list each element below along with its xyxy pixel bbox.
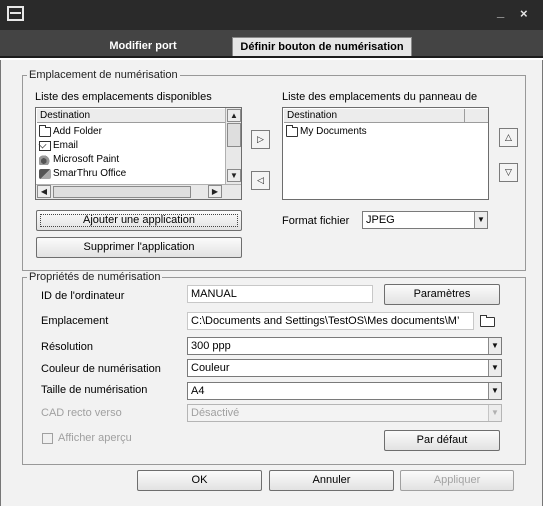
folder-icon: [39, 125, 51, 137]
show-preview-label: Afficher aperçu: [58, 432, 132, 444]
scroll-right-button[interactable]: ▶: [208, 185, 222, 198]
panel-locations-title: Liste des emplacements du panneau de: [282, 91, 478, 103]
list-item-label: Add Folder: [53, 126, 102, 137]
apply-button[interactable]: Appliquer: [400, 470, 514, 491]
tab-define-scan-button[interactable]: Définir bouton de numérisation: [232, 37, 412, 56]
smarthru-icon: [39, 169, 51, 179]
chevron-down-icon[interactable]: ▼: [474, 212, 487, 228]
available-list-header[interactable]: Destination: [37, 109, 226, 123]
resolution-select[interactable]: 300 ppp ▼: [187, 337, 502, 355]
remove-application-button[interactable]: Supprimer l'application: [36, 237, 242, 258]
paint-icon: [39, 155, 51, 165]
tab-bar: Modifier port Définir bouton de numérisa…: [0, 30, 543, 58]
default-button[interactable]: Par défaut: [384, 430, 500, 451]
computer-id-label: ID de l'ordinateur: [41, 290, 125, 302]
location-field[interactable]: C:\Documents and Settings\TestOS\Mes doc…: [187, 312, 474, 330]
scroll-thumb[interactable]: [227, 123, 241, 147]
title-bar: _ ×: [0, 0, 543, 30]
scroll-thumb[interactable]: [53, 186, 191, 198]
move-right-button[interactable]: ▷: [251, 130, 270, 149]
horizontal-scrollbar[interactable]: ◀ ▶: [36, 184, 241, 199]
app-icon: [7, 6, 24, 21]
resolution-label: Résolution: [41, 341, 93, 353]
scan-size-select[interactable]: A4 ▼: [187, 382, 502, 400]
panel-locations-list[interactable]: Destination My Documents: [282, 107, 489, 200]
scan-color-select[interactable]: Couleur ▼: [187, 359, 502, 377]
list-item[interactable]: Microsoft Paint: [39, 153, 119, 167]
location-label: Emplacement: [41, 315, 109, 327]
computer-id-value: MANUAL: [191, 288, 237, 300]
cancel-button[interactable]: Annuler: [269, 470, 394, 491]
duplex-select[interactable]: Désactivé ▼: [187, 404, 502, 422]
chevron-down-icon[interactable]: ▼: [488, 383, 501, 399]
close-button[interactable]: ×: [520, 6, 528, 21]
panel-list-header[interactable]: Destination: [284, 109, 464, 123]
minimize-button[interactable]: _: [497, 4, 504, 19]
move-left-button[interactable]: ◁: [251, 171, 270, 190]
chevron-down-icon[interactable]: ▼: [488, 360, 501, 376]
duplex-value: Désactivé: [191, 407, 240, 419]
scan-location-legend: Emplacement de numérisation: [29, 69, 178, 81]
resolution-value: 300 ppp: [191, 340, 231, 352]
add-application-button[interactable]: Ajouter une application: [36, 210, 242, 231]
list-item[interactable]: My Documents: [286, 125, 367, 139]
scroll-left-button[interactable]: ◀: [37, 185, 51, 198]
location-value: C:\Documents and Settings\TestOS\Mes doc…: [191, 315, 460, 327]
file-format-select[interactable]: JPEG ▼: [362, 211, 488, 229]
available-locations-list[interactable]: Destination Add Folder Email Microsoft P…: [35, 107, 242, 200]
chevron-down-icon: ▼: [488, 405, 501, 421]
list-item[interactable]: Email: [39, 139, 78, 153]
vertical-scrollbar[interactable]: ▲ ▼: [225, 108, 241, 184]
list-item[interactable]: SmarThru Office: [39, 167, 126, 181]
computer-id-field[interactable]: MANUAL: [187, 285, 373, 303]
scan-color-label: Couleur de numérisation: [41, 363, 161, 375]
file-format-value: JPEG: [366, 214, 395, 226]
ok-button[interactable]: OK: [137, 470, 262, 491]
file-format-label: Format fichier: [282, 215, 350, 227]
chevron-down-icon[interactable]: ▼: [488, 338, 501, 354]
scan-size-label: Taille de numérisation: [41, 384, 148, 396]
scroll-up-button[interactable]: ▲: [227, 109, 241, 122]
list-item-label: Email: [53, 140, 79, 151]
folder-icon: [286, 125, 298, 137]
list-item-label: My Documents: [300, 126, 367, 137]
browse-folder-button[interactable]: [478, 313, 498, 328]
move-up-button[interactable]: △: [499, 128, 518, 147]
list-item-label: Microsoft Paint: [53, 154, 120, 165]
scroll-down-button[interactable]: ▼: [227, 169, 241, 182]
scan-color-value: Couleur: [191, 362, 230, 374]
available-locations-title: Liste des emplacements disponibles: [35, 91, 212, 103]
duplex-label: CAD recto verso: [41, 407, 122, 419]
folder-icon: [480, 315, 495, 327]
email-icon: [39, 141, 51, 151]
dialog-content: Emplacement de numérisation Liste des em…: [0, 60, 543, 506]
scan-size-value: A4: [191, 385, 205, 397]
move-down-button[interactable]: ▽: [499, 163, 518, 182]
tab-modify-port[interactable]: Modifier port: [58, 37, 228, 56]
parameters-button[interactable]: Paramètres: [384, 284, 500, 305]
show-preview-checkbox[interactable]: [42, 433, 53, 444]
scan-properties-legend: Propriétés de numérisation: [29, 271, 161, 283]
list-item-label: SmarThru Office: [53, 168, 127, 179]
panel-list-header-extra[interactable]: [464, 109, 488, 123]
list-item[interactable]: Add Folder: [39, 125, 102, 139]
